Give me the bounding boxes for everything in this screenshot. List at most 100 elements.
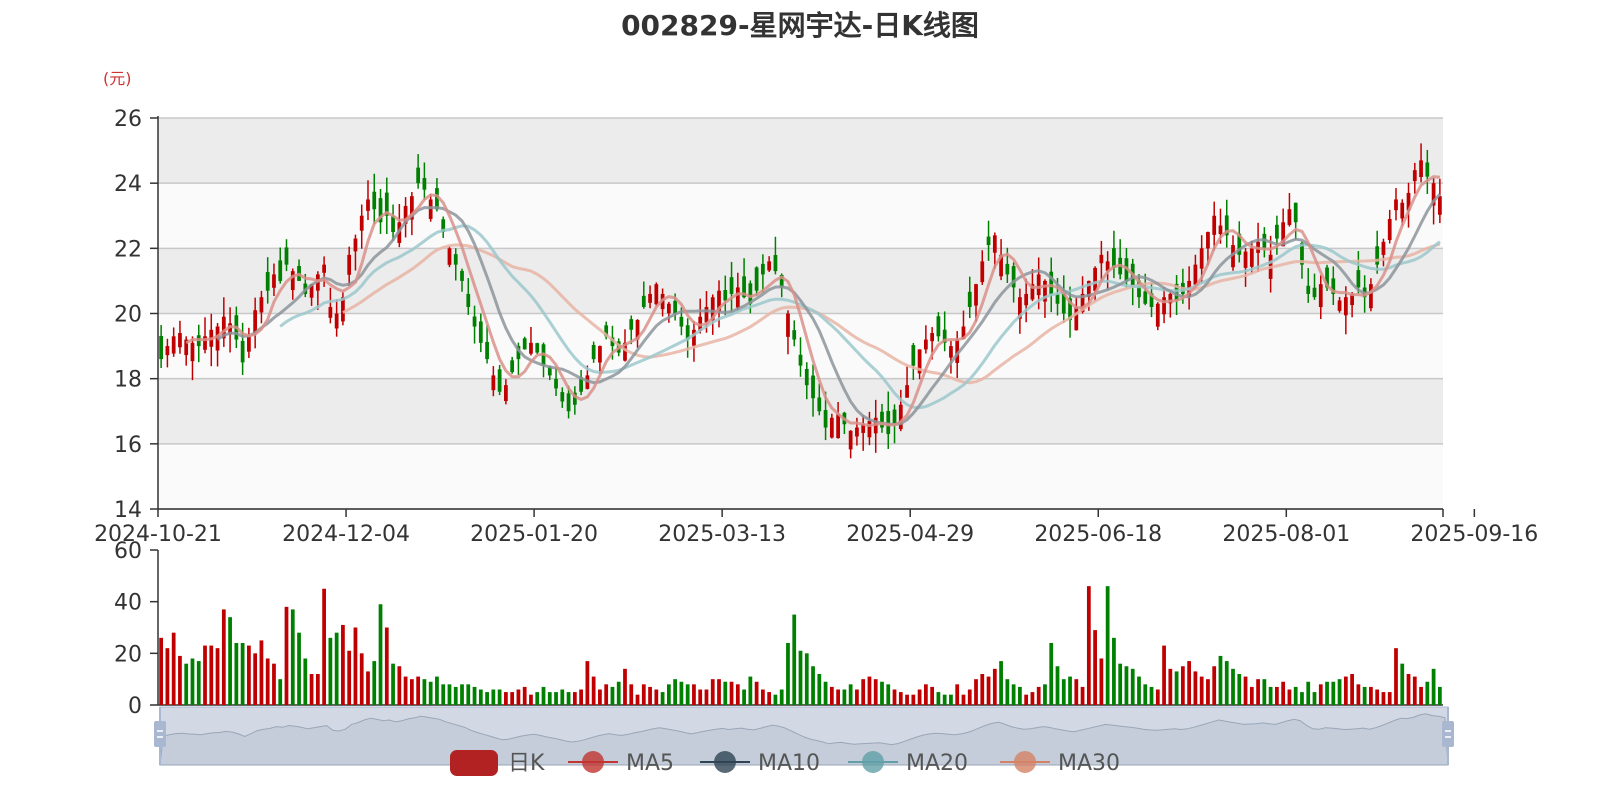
handle-grip[interactable]: [1442, 721, 1454, 747]
candle-body: [259, 297, 264, 313]
volume-bar: [1036, 686, 1041, 705]
volume-tick-label: 0: [128, 694, 142, 719]
volume-bar: [723, 681, 728, 705]
volume-bar: [635, 694, 640, 705]
candle-body: [1005, 263, 1010, 275]
volume-bar: [359, 653, 364, 705]
legend-label: 日K: [508, 751, 545, 776]
volume-bar: [792, 614, 797, 705]
candle-body: [353, 238, 358, 252]
candle-body: [466, 293, 471, 307]
legend-dot-icon: [1014, 751, 1036, 773]
volume-bar: [572, 692, 577, 705]
volume-bar: [1224, 661, 1229, 705]
volume-bar: [353, 627, 358, 705]
candle-body: [447, 248, 452, 265]
candle-body: [786, 313, 790, 337]
candle-body: [1400, 202, 1405, 219]
volume-bar: [729, 681, 734, 705]
volume-bar: [497, 689, 502, 705]
volume-bar: [930, 686, 935, 705]
legend-item-ma10[interactable]: MA10: [700, 751, 820, 776]
volume-bar: [873, 679, 878, 705]
volume-bar: [409, 679, 414, 705]
volume-bar: [773, 694, 778, 705]
candle-body: [491, 375, 496, 391]
candle-body: [898, 404, 903, 430]
candle-body: [529, 342, 533, 354]
volume-bar: [378, 604, 383, 705]
volume-bar: [1206, 679, 1210, 705]
volume-bar: [184, 663, 189, 705]
volume-bar: [253, 653, 258, 705]
volume-bar: [478, 689, 483, 705]
candle-body: [666, 303, 671, 314]
volume-bar: [660, 692, 665, 705]
volume-bar: [1387, 692, 1392, 705]
volume-bar: [391, 663, 395, 705]
x-tick-label: 2025-01-20: [470, 522, 598, 547]
candle-body: [391, 216, 395, 233]
candle-body: [992, 235, 997, 253]
volume-bar: [541, 686, 546, 705]
candle-body: [1212, 215, 1217, 235]
handle-grip[interactable]: [154, 721, 166, 747]
volume-bar: [604, 684, 609, 705]
volume-bar: [1412, 676, 1417, 705]
volume-bar: [535, 692, 540, 705]
volume-bar: [1024, 694, 1029, 705]
candle-body: [1193, 264, 1198, 285]
candle-body: [817, 397, 822, 412]
candle-body: [855, 427, 859, 437]
volume-bar: [1030, 692, 1035, 705]
volume-bar: [422, 679, 427, 705]
volume-bar: [1287, 689, 1292, 705]
volume-bar: [1400, 663, 1405, 705]
volume-bar: [234, 643, 239, 705]
candle-body: [1199, 248, 1204, 269]
candle-body: [372, 191, 377, 210]
volume-bar: [278, 679, 283, 705]
volume-bar: [1143, 684, 1148, 705]
volume-bar: [1375, 689, 1380, 705]
price-tick-label: 24: [114, 172, 142, 197]
volume-bar: [1281, 681, 1286, 705]
volume-bar: [341, 624, 345, 705]
volume-bar: [347, 650, 352, 705]
volume-bar: [692, 684, 696, 705]
volume-bar: [911, 694, 916, 705]
volume-bar: [980, 674, 985, 705]
candle-body: [1074, 306, 1079, 331]
candle-body: [535, 343, 540, 353]
volume-bar: [171, 632, 176, 705]
grid-band: [158, 118, 1443, 184]
volume-bar: [1300, 692, 1304, 705]
volume-bar: [1112, 637, 1116, 705]
candle-body: [986, 236, 991, 246]
volume-bar: [447, 684, 452, 705]
volume-bar: [623, 668, 627, 705]
candle-body: [1206, 232, 1210, 249]
volume-bar: [303, 658, 308, 705]
volume-bar: [986, 676, 991, 705]
volume-bar: [372, 661, 377, 705]
volume-bar: [1381, 692, 1386, 705]
volume-bar: [1193, 671, 1198, 705]
volume-bar: [641, 684, 646, 705]
candle-body: [1381, 241, 1386, 255]
legend-item-ma30[interactable]: MA30: [1000, 751, 1120, 776]
candle-body: [974, 284, 978, 306]
legend-item-ma20[interactable]: MA20: [848, 751, 968, 776]
volume-bar: [616, 681, 621, 705]
candle-body: [967, 291, 972, 307]
candle-body: [1306, 285, 1311, 294]
candle-body: [836, 414, 840, 439]
candle-body: [1162, 297, 1166, 315]
volume-bar: [867, 676, 872, 705]
volume-bar: [1086, 586, 1091, 705]
volume-bar: [1018, 686, 1022, 705]
volume-bar: [1262, 679, 1267, 705]
volume-bar: [203, 645, 207, 705]
candle-body: [1369, 284, 1373, 309]
volume-bar: [629, 684, 634, 705]
